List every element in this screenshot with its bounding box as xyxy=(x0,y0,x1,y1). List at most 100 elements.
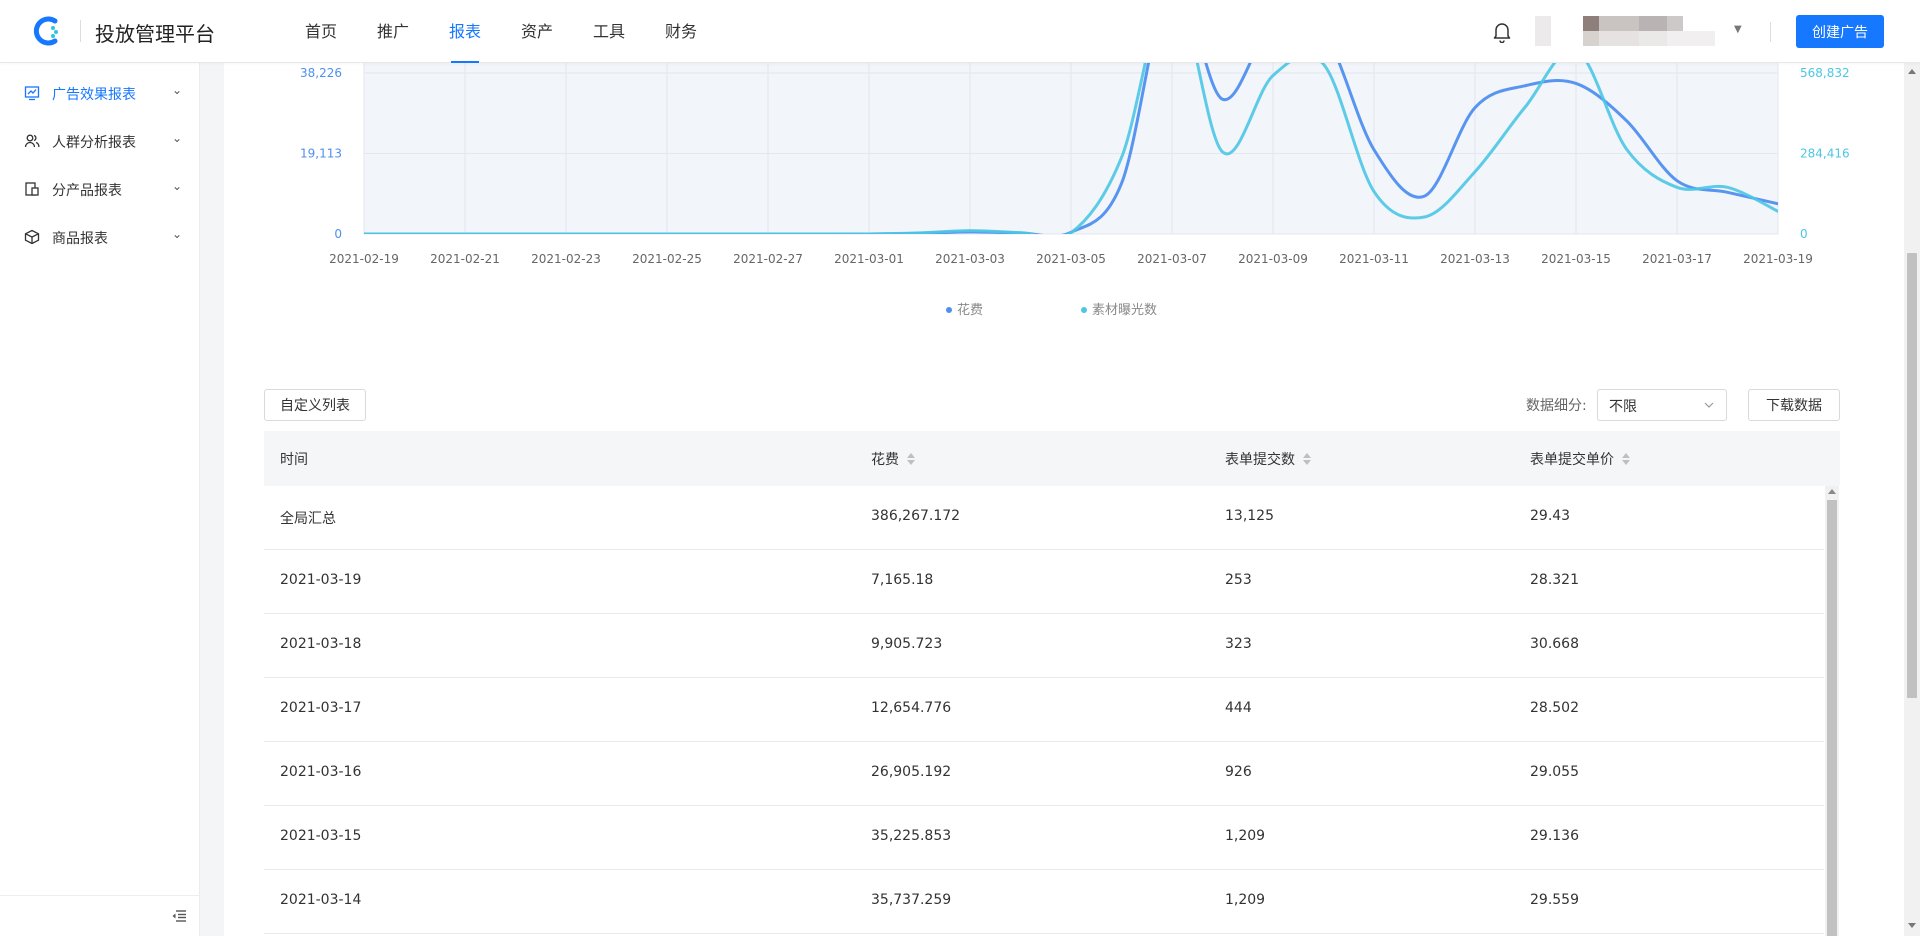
user-info-blurred[interactable] xyxy=(1535,16,1715,46)
menu-fold-icon[interactable] xyxy=(172,910,186,922)
bell-icon[interactable] xyxy=(1492,21,1512,43)
x-tick-label: 2021-03-11 xyxy=(1339,252,1409,266)
legend-label: 素材曝光数 xyxy=(1092,303,1157,318)
sidebar: 广告效果报表 ⌄ 人群分析报表 ⌄ 分产品报表 ⌄ 商品报表 ⌄ xyxy=(0,63,200,936)
table-scrollbar-thumb[interactable] xyxy=(1827,500,1837,936)
custom-columns-button[interactable]: 自定义列表 xyxy=(264,389,366,421)
x-tick-label: 2021-02-19 xyxy=(329,252,399,266)
chevron-down-icon: ⌄ xyxy=(172,227,183,241)
table-cell: 13,125 xyxy=(1225,508,1274,524)
nav-promotion[interactable]: 推广 xyxy=(357,0,429,63)
table-cell: 2021-03-19 xyxy=(280,572,362,588)
y-left-tick-label: 0 xyxy=(334,227,342,241)
y-left-tick-label: 19,113 xyxy=(300,147,342,161)
granularity-value: 不限 xyxy=(1609,399,1637,415)
report-table: 时间 花费 表单提交数 表单提交单价 全局汇总 386,267.172 13,1… xyxy=(264,431,1840,936)
nav-reports[interactable]: 报表 xyxy=(429,0,501,63)
page-scrollbar[interactable] xyxy=(1904,63,1920,936)
table-cell: 7,165.18 xyxy=(871,572,934,588)
column-header-spend[interactable]: 花费 xyxy=(871,449,915,469)
x-tick-label: 2021-03-17 xyxy=(1642,252,1712,266)
table-row: 2021-03-15 35,225.853 1,209 29.136 xyxy=(264,806,1824,870)
x-tick-label: 2021-02-25 xyxy=(632,252,702,266)
column-header-form-cost[interactable]: 表单提交单价 xyxy=(1530,449,1630,469)
sidebar-item-product-report[interactable]: 分产品报表 ⌄ xyxy=(0,167,200,211)
user-dropdown-caret-icon[interactable]: ▼ xyxy=(1734,24,1742,35)
table-cell: 2021-03-17 xyxy=(280,700,362,716)
granularity-label: 数据细分: xyxy=(1526,398,1587,414)
x-tick-label: 2021-03-13 xyxy=(1440,252,1510,266)
chevron-down-icon: ⌄ xyxy=(172,131,183,145)
table-cell: 29.559 xyxy=(1530,892,1579,908)
legend-label: 花费 xyxy=(957,302,983,318)
x-tick-label: 2021-02-27 xyxy=(733,252,803,266)
users-icon xyxy=(24,134,40,148)
brand-title: 投放管理平台 xyxy=(95,22,215,46)
app-logo-icon[interactable] xyxy=(30,14,64,48)
table-row: 2021-03-17 12,654.776 444 28.502 xyxy=(264,678,1824,742)
box-icon xyxy=(24,229,40,245)
table-cell: 29.055 xyxy=(1530,764,1579,780)
x-tick-label: 2021-03-07 xyxy=(1137,252,1207,266)
legend-marker xyxy=(1081,307,1087,313)
table-cell: 2021-03-16 xyxy=(280,764,362,780)
table-cell: 253 xyxy=(1225,572,1252,588)
sidebar-item-goods-report[interactable]: 商品报表 ⌄ xyxy=(0,215,200,259)
trend-chart: 0 0 19,113 284,416 38,226 568,832 2021-02-19 20… xyxy=(300,63,1850,318)
page-scrollbar-thumb[interactable] xyxy=(1907,253,1917,698)
y-right-tick-label: 0 xyxy=(1800,227,1808,241)
logo-divider xyxy=(80,20,81,42)
table-cell: 30.668 xyxy=(1530,636,1579,652)
table-cell: 1,209 xyxy=(1225,892,1266,908)
y-right-tick-label: 284,416 xyxy=(1800,147,1850,161)
sort-icon[interactable] xyxy=(907,453,915,465)
scroll-down-icon[interactable] xyxy=(1908,923,1916,928)
chevron-down-icon: ⌄ xyxy=(172,83,183,97)
x-tick-label: 2021-03-01 xyxy=(834,252,904,266)
table-cell: 9,905.723 xyxy=(871,636,943,652)
table-cell: 2021-03-14 xyxy=(280,892,362,908)
table-cell: 28.502 xyxy=(1530,700,1579,716)
table-cell: 444 xyxy=(1225,700,1252,716)
table-row: 2021-03-14 35,737.259 1,209 29.559 xyxy=(264,870,1824,934)
x-tick-label: 2021-03-05 xyxy=(1036,252,1106,266)
table-row: 2021-03-19 7,165.18 253 28.321 xyxy=(264,550,1824,614)
scroll-up-icon[interactable] xyxy=(1908,69,1916,74)
top-header: 投放管理平台 首页 推广 报表 资产 工具 财务 ▼ 创建广告 xyxy=(0,0,1920,63)
sidebar-item-ad-report[interactable]: 广告效果报表 ⌄ xyxy=(0,71,200,115)
chart-board-icon xyxy=(24,86,40,101)
table-scrollbar[interactable] xyxy=(1825,486,1839,936)
table-cell: 386,267.172 xyxy=(871,508,961,524)
scroll-up-icon[interactable] xyxy=(1828,489,1836,494)
y-left-tick-label: 38,226 xyxy=(300,66,342,80)
granularity-select[interactable]: 不限 xyxy=(1597,389,1727,421)
legend-marker xyxy=(946,307,952,313)
nav-finance[interactable]: 财务 xyxy=(645,0,717,63)
table-cell: 全局汇总 xyxy=(280,511,336,527)
x-tick-label: 2021-02-23 xyxy=(531,252,601,266)
table-cell: 29.43 xyxy=(1530,508,1571,524)
chevron-down-icon: ⌄ xyxy=(172,179,183,193)
nav-home[interactable]: 首页 xyxy=(285,0,357,63)
header-divider xyxy=(1770,22,1771,42)
table-cell: 35,225.853 xyxy=(871,828,952,844)
table-cell: 926 xyxy=(1225,764,1252,780)
sidebar-item-label: 商品报表 xyxy=(52,231,108,247)
table-row-total: 全局汇总 386,267.172 13,125 29.43 xyxy=(264,486,1824,550)
column-header-form-submits[interactable]: 表单提交数 xyxy=(1225,449,1311,469)
sort-icon[interactable] xyxy=(1303,453,1311,465)
table-cell: 26,905.192 xyxy=(871,764,952,780)
x-tick-label: 2021-02-21 xyxy=(430,252,500,266)
chevron-down-icon xyxy=(1704,402,1714,408)
table-cell: 29.136 xyxy=(1530,828,1579,844)
x-tick-label: 2021-03-03 xyxy=(935,252,1005,266)
nav-assets[interactable]: 资产 xyxy=(501,0,573,63)
table-row: 2021-03-16 26,905.192 926 29.055 xyxy=(264,742,1824,806)
table-cell: 323 xyxy=(1225,636,1252,652)
nav-tools[interactable]: 工具 xyxy=(573,0,645,63)
create-ad-button[interactable]: 创建广告 xyxy=(1796,15,1884,48)
table-cell: 12,654.776 xyxy=(871,700,952,716)
sort-icon[interactable] xyxy=(1622,453,1630,465)
sidebar-item-audience-report[interactable]: 人群分析报表 ⌄ xyxy=(0,119,200,163)
download-data-button[interactable]: 下载数据 xyxy=(1748,389,1840,421)
